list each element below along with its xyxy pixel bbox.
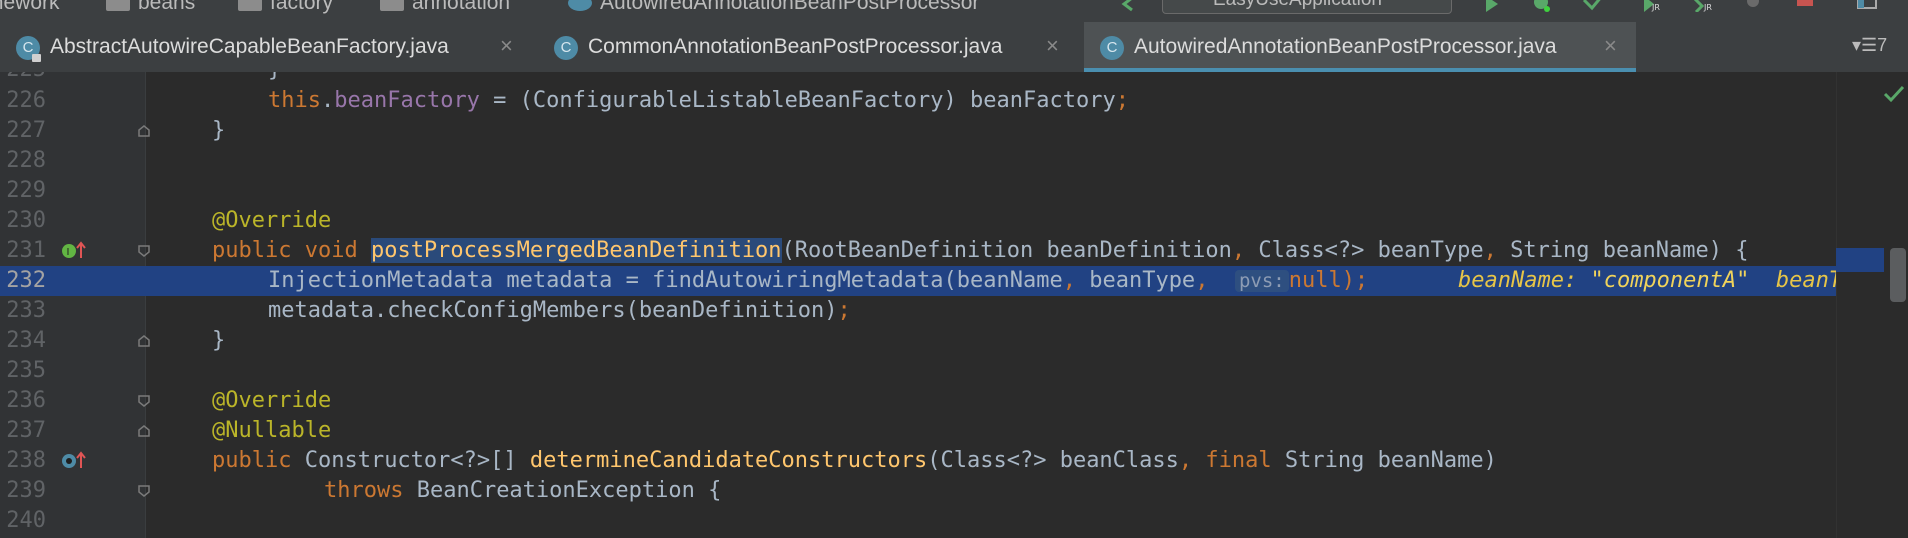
line-number: 227 — [6, 118, 46, 143]
code-line: 236 @Override — [0, 386, 1908, 416]
class-icon — [568, 0, 592, 12]
folder-icon — [106, 0, 130, 12]
svg-text:JR: JR — [1651, 3, 1660, 12]
close-icon[interactable]: × — [1604, 33, 1617, 59]
coverage-icon[interactable] — [1582, 0, 1604, 12]
tab-common-annotation-bean-post-processor[interactable]: C CommonAnnotationBeanPostProcessor.java… — [538, 22, 1074, 72]
line-number: 232 — [6, 268, 46, 293]
svg-text:I: I — [67, 247, 70, 258]
stop-icon[interactable] — [1794, 0, 1816, 12]
line-number: 235 — [6, 358, 46, 383]
lock-icon — [32, 54, 41, 62]
fold-end-icon[interactable] — [137, 334, 151, 348]
vertical-scrollbar-thumb[interactable] — [1890, 248, 1906, 302]
implements-method-icon[interactable]: I — [60, 240, 86, 262]
breadcrumb-item[interactable]: annotation — [380, 0, 510, 15]
line-number: 234 — [6, 328, 46, 353]
run-icon[interactable] — [1480, 0, 1502, 12]
overrides-method-icon[interactable] — [60, 450, 86, 472]
fold-start-icon[interactable] — [137, 394, 151, 408]
line-number: 229 — [6, 178, 46, 203]
close-icon[interactable]: × — [1046, 33, 1059, 59]
code-text: throws BeanCreationException { — [324, 478, 722, 503]
code-text: } — [212, 328, 226, 353]
selection-marker — [1836, 248, 1884, 272]
code-editor[interactable]: 225 } 226 this.beanFactory = (Configurab… — [0, 72, 1908, 538]
code-line: 239 throws BeanCreationException { — [0, 476, 1908, 506]
tab-label: AbstractAutowireCapableBeanFactory.java — [50, 35, 449, 58]
code-text: @Override — [212, 388, 332, 413]
code-line: 226 this.beanFactory = (ConfigurableList… — [0, 86, 1908, 116]
line-number: 233 — [6, 298, 46, 323]
breadcrumb-item[interactable]: mework — [0, 0, 60, 15]
fold-end-icon[interactable] — [137, 124, 151, 138]
code-line: 229 — [0, 176, 1908, 206]
line-number: 239 — [6, 478, 46, 503]
close-icon[interactable]: × — [500, 33, 513, 59]
line-number: 225 — [0, 72, 46, 85]
jrebel-debug-icon[interactable]: JR — [1692, 0, 1714, 12]
code-text: InjectionMetadata metadata = findAutowir… — [268, 268, 1369, 293]
code-line: 233 metadata.checkConfigMembers(beanDefi… — [0, 296, 1908, 326]
line-number: 237 — [6, 418, 46, 443]
code-text: @Nullable — [212, 418, 332, 443]
code-text: this.beanFactory = (ConfigurableListable… — [268, 88, 1129, 113]
tab-overflow-button[interactable]: ▾☰7 — [1852, 35, 1887, 56]
code-line: 227 } — [0, 116, 1908, 146]
back-arrow-icon[interactable] — [1118, 0, 1140, 12]
check-icon[interactable] — [1882, 84, 1906, 104]
tab-label: CommonAnnotationBeanPostProcessor.java — [588, 35, 1003, 58]
code-line-selected: 232 InjectionMetadata metadata = findAut… — [0, 266, 1908, 296]
line-number: 240 — [6, 508, 46, 533]
project-structure-icon[interactable] — [1856, 0, 1878, 12]
profile-icon[interactable] — [1742, 0, 1764, 12]
line-number: 231 — [6, 238, 46, 263]
code-line: 228 — [0, 146, 1908, 176]
breadcrumb-item[interactable]: beans — [106, 0, 195, 15]
code-line: 231 I public void postProcessMergedBeanD… — [0, 236, 1908, 266]
code-text: public Constructor<?>[] determineCandida… — [212, 448, 1497, 473]
tab-autowired-annotation-bean-post-processor[interactable]: C AutowiredAnnotationBeanPostProcessor.j… — [1084, 22, 1636, 72]
fold-end-icon[interactable] — [137, 424, 151, 438]
run-configuration-select[interactable]: EasyUseApplication — [1162, 0, 1452, 14]
code-text: @Override — [212, 208, 332, 233]
code-text: public void postProcessMergedBeanDefinit… — [212, 238, 1749, 263]
tab-label: AutowiredAnnotationBeanPostProcessor.jav… — [1134, 35, 1557, 58]
code-text: metadata.checkConfigMembers(beanDefiniti… — [268, 298, 851, 323]
breadcrumb-item[interactable]: AutowiredAnnotationBeanPostProcessor — [568, 0, 979, 15]
code-line: 238 public Constructor<?>[] determineCan… — [0, 446, 1908, 476]
navigation-bar: mework beans factory annotation Autowire… — [0, 0, 1908, 22]
code-line: 240 — [0, 506, 1908, 536]
code-line: 234 } — [0, 326, 1908, 356]
fold-start-icon[interactable] — [137, 484, 151, 498]
code-line: 225 } — [0, 72, 1908, 85]
line-number: 236 — [6, 388, 46, 413]
code-line: 235 — [0, 356, 1908, 386]
editor-tab-bar: C AbstractAutowireCapableBeanFactory.jav… — [0, 22, 1908, 73]
class-icon: C — [1100, 36, 1124, 60]
folder-icon — [380, 0, 404, 12]
class-icon: C — [554, 36, 578, 60]
line-number: 228 — [6, 148, 46, 173]
line-number: 226 — [6, 88, 46, 113]
parameter-hint: pvs: — [1234, 270, 1289, 292]
code-text: } — [268, 72, 281, 85]
svg-text:JR: JR — [1703, 3, 1712, 12]
line-number: 238 — [6, 448, 46, 473]
debug-icon[interactable] — [1530, 0, 1552, 12]
code-line: 237 @Nullable — [0, 416, 1908, 446]
tab-abstract-autowire-capable-bean-factory[interactable]: C AbstractAutowireCapableBeanFactory.jav… — [0, 22, 532, 72]
fold-start-icon[interactable] — [137, 244, 151, 258]
error-stripe[interactable] — [1836, 72, 1908, 538]
jrebel-run-icon[interactable]: JR — [1640, 0, 1662, 12]
code-line: 230 @Override — [0, 206, 1908, 236]
folder-icon — [238, 0, 262, 12]
breadcrumb-item[interactable]: factory — [238, 0, 333, 15]
line-number: 230 — [6, 208, 46, 233]
code-text: } — [212, 118, 226, 143]
inline-debug-values: beanName: "componentA" beanTyp — [1458, 268, 1869, 293]
